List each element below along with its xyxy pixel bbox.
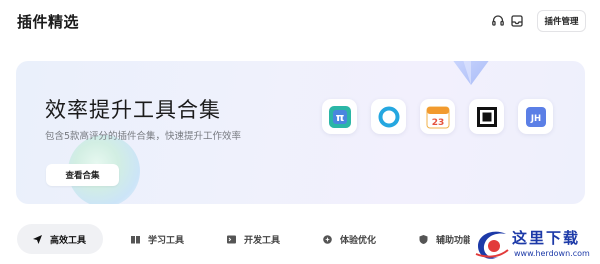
banner-subtitle: 包含5款高评分的插件合集，快速提升工作效率 xyxy=(45,131,242,142)
view-collection-button[interactable]: 查看合集 xyxy=(46,164,119,186)
watermark: 这里下载 www.herdown.com xyxy=(470,222,600,264)
ring-app-icon[interactable] xyxy=(371,99,406,134)
watermark-logo xyxy=(475,231,509,259)
code-icon xyxy=(226,234,237,245)
svg-text:π: π xyxy=(335,111,344,124)
tab-label: 学习工具 xyxy=(148,235,185,246)
banner-title: 效率提升工具合集 xyxy=(45,98,221,122)
jh-app-icon[interactable]: JH xyxy=(518,99,553,134)
sparkle-icon xyxy=(322,234,333,245)
calendar-app-icon[interactable]: 23 xyxy=(420,99,455,134)
tab-accessibility[interactable]: 辅助功能 xyxy=(418,224,470,254)
tab-label: 开发工具 xyxy=(244,235,281,246)
page-title: 插件精选 xyxy=(17,13,80,31)
collection-banner: 效率提升工具合集 包含5款高评分的插件合集，快速提升工作效率 查看合集 π 23… xyxy=(16,61,585,204)
tab-label: 高效工具 xyxy=(50,235,87,246)
watermark-url: www.herdown.com xyxy=(514,249,590,258)
book-icon xyxy=(130,234,141,245)
shield-icon xyxy=(418,234,429,245)
tab-learning-tools[interactable]: 学习工具 xyxy=(130,224,210,254)
headset-icon[interactable] xyxy=(490,13,506,29)
header: 插件精选 插件管理 xyxy=(0,0,600,44)
decorative-crystal xyxy=(453,61,489,85)
plugin-manage-button[interactable]: 插件管理 xyxy=(537,10,586,32)
qr-square-app-icon[interactable] xyxy=(469,99,504,134)
tab-experience-optimization[interactable]: 体验优化 xyxy=(322,224,402,254)
inbox-icon[interactable] xyxy=(509,13,525,29)
tab-dev-tools[interactable]: 开发工具 xyxy=(226,224,306,254)
svg-text:23: 23 xyxy=(431,118,444,128)
svg-text:JH: JH xyxy=(529,114,540,124)
tab-efficient-tools[interactable]: 高效工具 xyxy=(17,224,103,254)
tab-label: 体验优化 xyxy=(340,235,377,246)
tab-label: 辅助功能 xyxy=(436,235,470,246)
math-app-icon[interactable]: π xyxy=(322,99,357,134)
send-icon xyxy=(32,234,43,245)
watermark-text: 这里下载 xyxy=(512,229,581,247)
